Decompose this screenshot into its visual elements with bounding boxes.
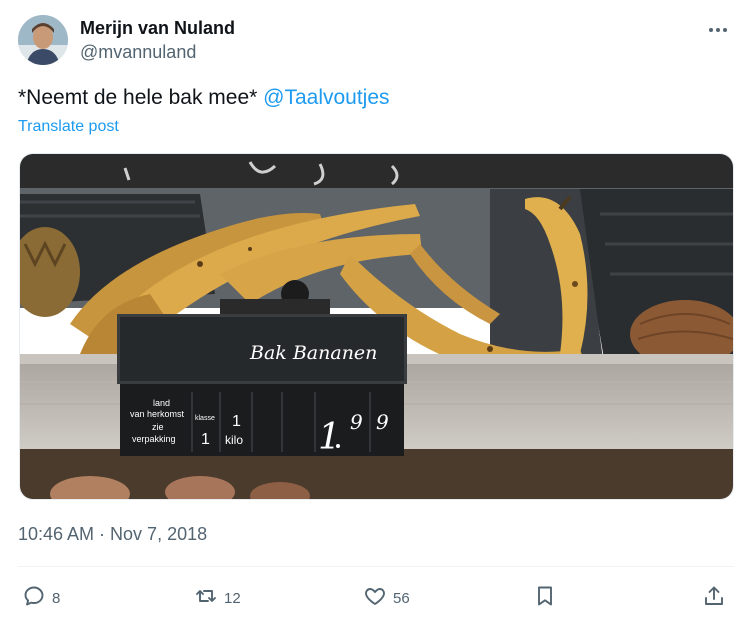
- like-icon: [363, 584, 387, 612]
- tweet-photo[interactable]: Bak Bananen land van herkomst zie verpak…: [19, 153, 734, 500]
- bookmark-icon: [533, 584, 557, 612]
- origin-value: zie: [152, 422, 164, 432]
- more-icon[interactable]: [706, 18, 730, 42]
- retweet-button[interactable]: 12: [194, 582, 241, 614]
- reply-icon: [22, 584, 46, 612]
- unit-label: kilo: [225, 433, 243, 447]
- reply-button[interactable]: 8: [22, 582, 60, 614]
- handle[interactable]: @mvannuland: [80, 40, 235, 64]
- display-name[interactable]: Merijn van Nuland: [80, 16, 235, 40]
- tweet-text: *Neemt de hele bak mee* @Taalvoutjes: [18, 84, 390, 112]
- avatar[interactable]: [18, 15, 68, 65]
- class-value: 1: [201, 431, 210, 448]
- avatar-image: [18, 15, 68, 65]
- mention-link[interactable]: @Taalvoutjes: [263, 86, 389, 109]
- unit-amount: 1: [232, 413, 241, 430]
- like-count: 56: [393, 589, 410, 607]
- sign-title: Bak Bananen: [249, 342, 377, 364]
- price-integer: 1: [318, 417, 341, 458]
- retweet-icon: [194, 584, 218, 612]
- price-decimal-1: 9: [350, 410, 363, 434]
- bookmark-button[interactable]: [533, 582, 557, 614]
- share-icon: [702, 584, 726, 612]
- svg-text:verpakking: verpakking: [132, 434, 176, 444]
- tweet-text-body: *Neemt de hele bak mee*: [18, 86, 264, 109]
- class-label: klasse: [195, 415, 215, 422]
- translate-link[interactable]: Translate post: [18, 117, 119, 137]
- retweet-count: 12: [224, 589, 241, 607]
- price-decimal-2: 9: [376, 410, 389, 434]
- like-button[interactable]: 56: [363, 582, 410, 614]
- svg-text:van herkomst: van herkomst: [130, 409, 185, 419]
- action-bar: 8 12 56: [18, 582, 734, 614]
- tweet-header: Merijn van Nuland @mvannuland: [18, 12, 734, 68]
- timestamp[interactable]: 10:46 AM · Nov 7, 2018: [18, 522, 207, 546]
- divider: [18, 566, 734, 567]
- share-button[interactable]: [702, 582, 726, 614]
- banana-shelf-photo: Bak Bananen land van herkomst zie verpak…: [20, 154, 733, 499]
- reply-count: 8: [52, 589, 61, 607]
- author-names: Merijn van Nuland @mvannuland: [80, 16, 235, 64]
- origin-label: land: [153, 398, 170, 408]
